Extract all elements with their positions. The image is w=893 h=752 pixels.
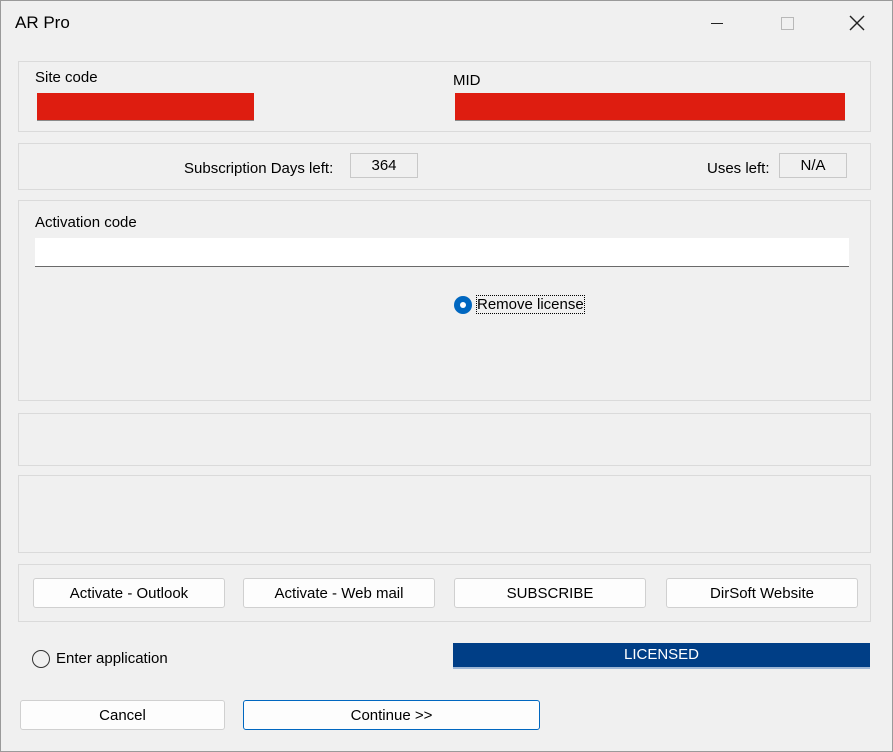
continue-button[interactable]: Continue >> [243, 700, 540, 730]
action-buttons-group: Activate - Outlook Activate - Web mail S… [18, 564, 871, 622]
minimize-button[interactable] [694, 7, 740, 39]
close-button[interactable] [834, 7, 880, 39]
minimize-icon [711, 22, 723, 24]
dialog-window: AR Pro Site code MID Subscription Days l… [0, 0, 893, 752]
activate-webmail-button[interactable]: Activate - Web mail [243, 578, 435, 608]
activation-code-input[interactable] [35, 238, 849, 267]
title-bar[interactable]: AR Pro [1, 1, 892, 45]
site-info-group: Site code MID [18, 61, 871, 132]
mid-label: MID [453, 72, 481, 89]
site-code-redacted-field [37, 93, 254, 121]
dirsoft-website-button[interactable]: DirSoft Website [666, 578, 858, 608]
cancel-button[interactable]: Cancel [20, 700, 225, 730]
remove-license-radio[interactable] [454, 296, 472, 314]
subscribe-button[interactable]: SUBSCRIBE [454, 578, 646, 608]
enter-application-radio[interactable] [32, 650, 50, 668]
subscription-days-label: Subscription Days left: [184, 160, 334, 177]
subscription-group: Subscription Days left: 364 Uses left: N… [18, 143, 871, 190]
license-status-bar: LICENSED [453, 643, 870, 669]
site-code-label: Site code [35, 69, 98, 86]
enter-application-label[interactable]: Enter application [56, 650, 168, 667]
subscription-days-value: 364 [350, 153, 418, 178]
activate-outlook-button[interactable]: Activate - Outlook [33, 578, 225, 608]
message-panel-1 [18, 413, 871, 466]
maximize-icon [780, 16, 794, 30]
mid-redacted-field [455, 93, 845, 121]
uses-left-value: N/A [779, 153, 847, 178]
remove-license-label[interactable]: Remove license [476, 295, 585, 314]
maximize-button [764, 7, 810, 39]
window-title: AR Pro [15, 13, 70, 32]
activation-group: Activation code Remove license [18, 200, 871, 401]
uses-left-label: Uses left: [707, 160, 770, 177]
close-icon [849, 15, 865, 31]
activation-code-label: Activation code [35, 214, 137, 231]
message-panel-2 [18, 475, 871, 553]
